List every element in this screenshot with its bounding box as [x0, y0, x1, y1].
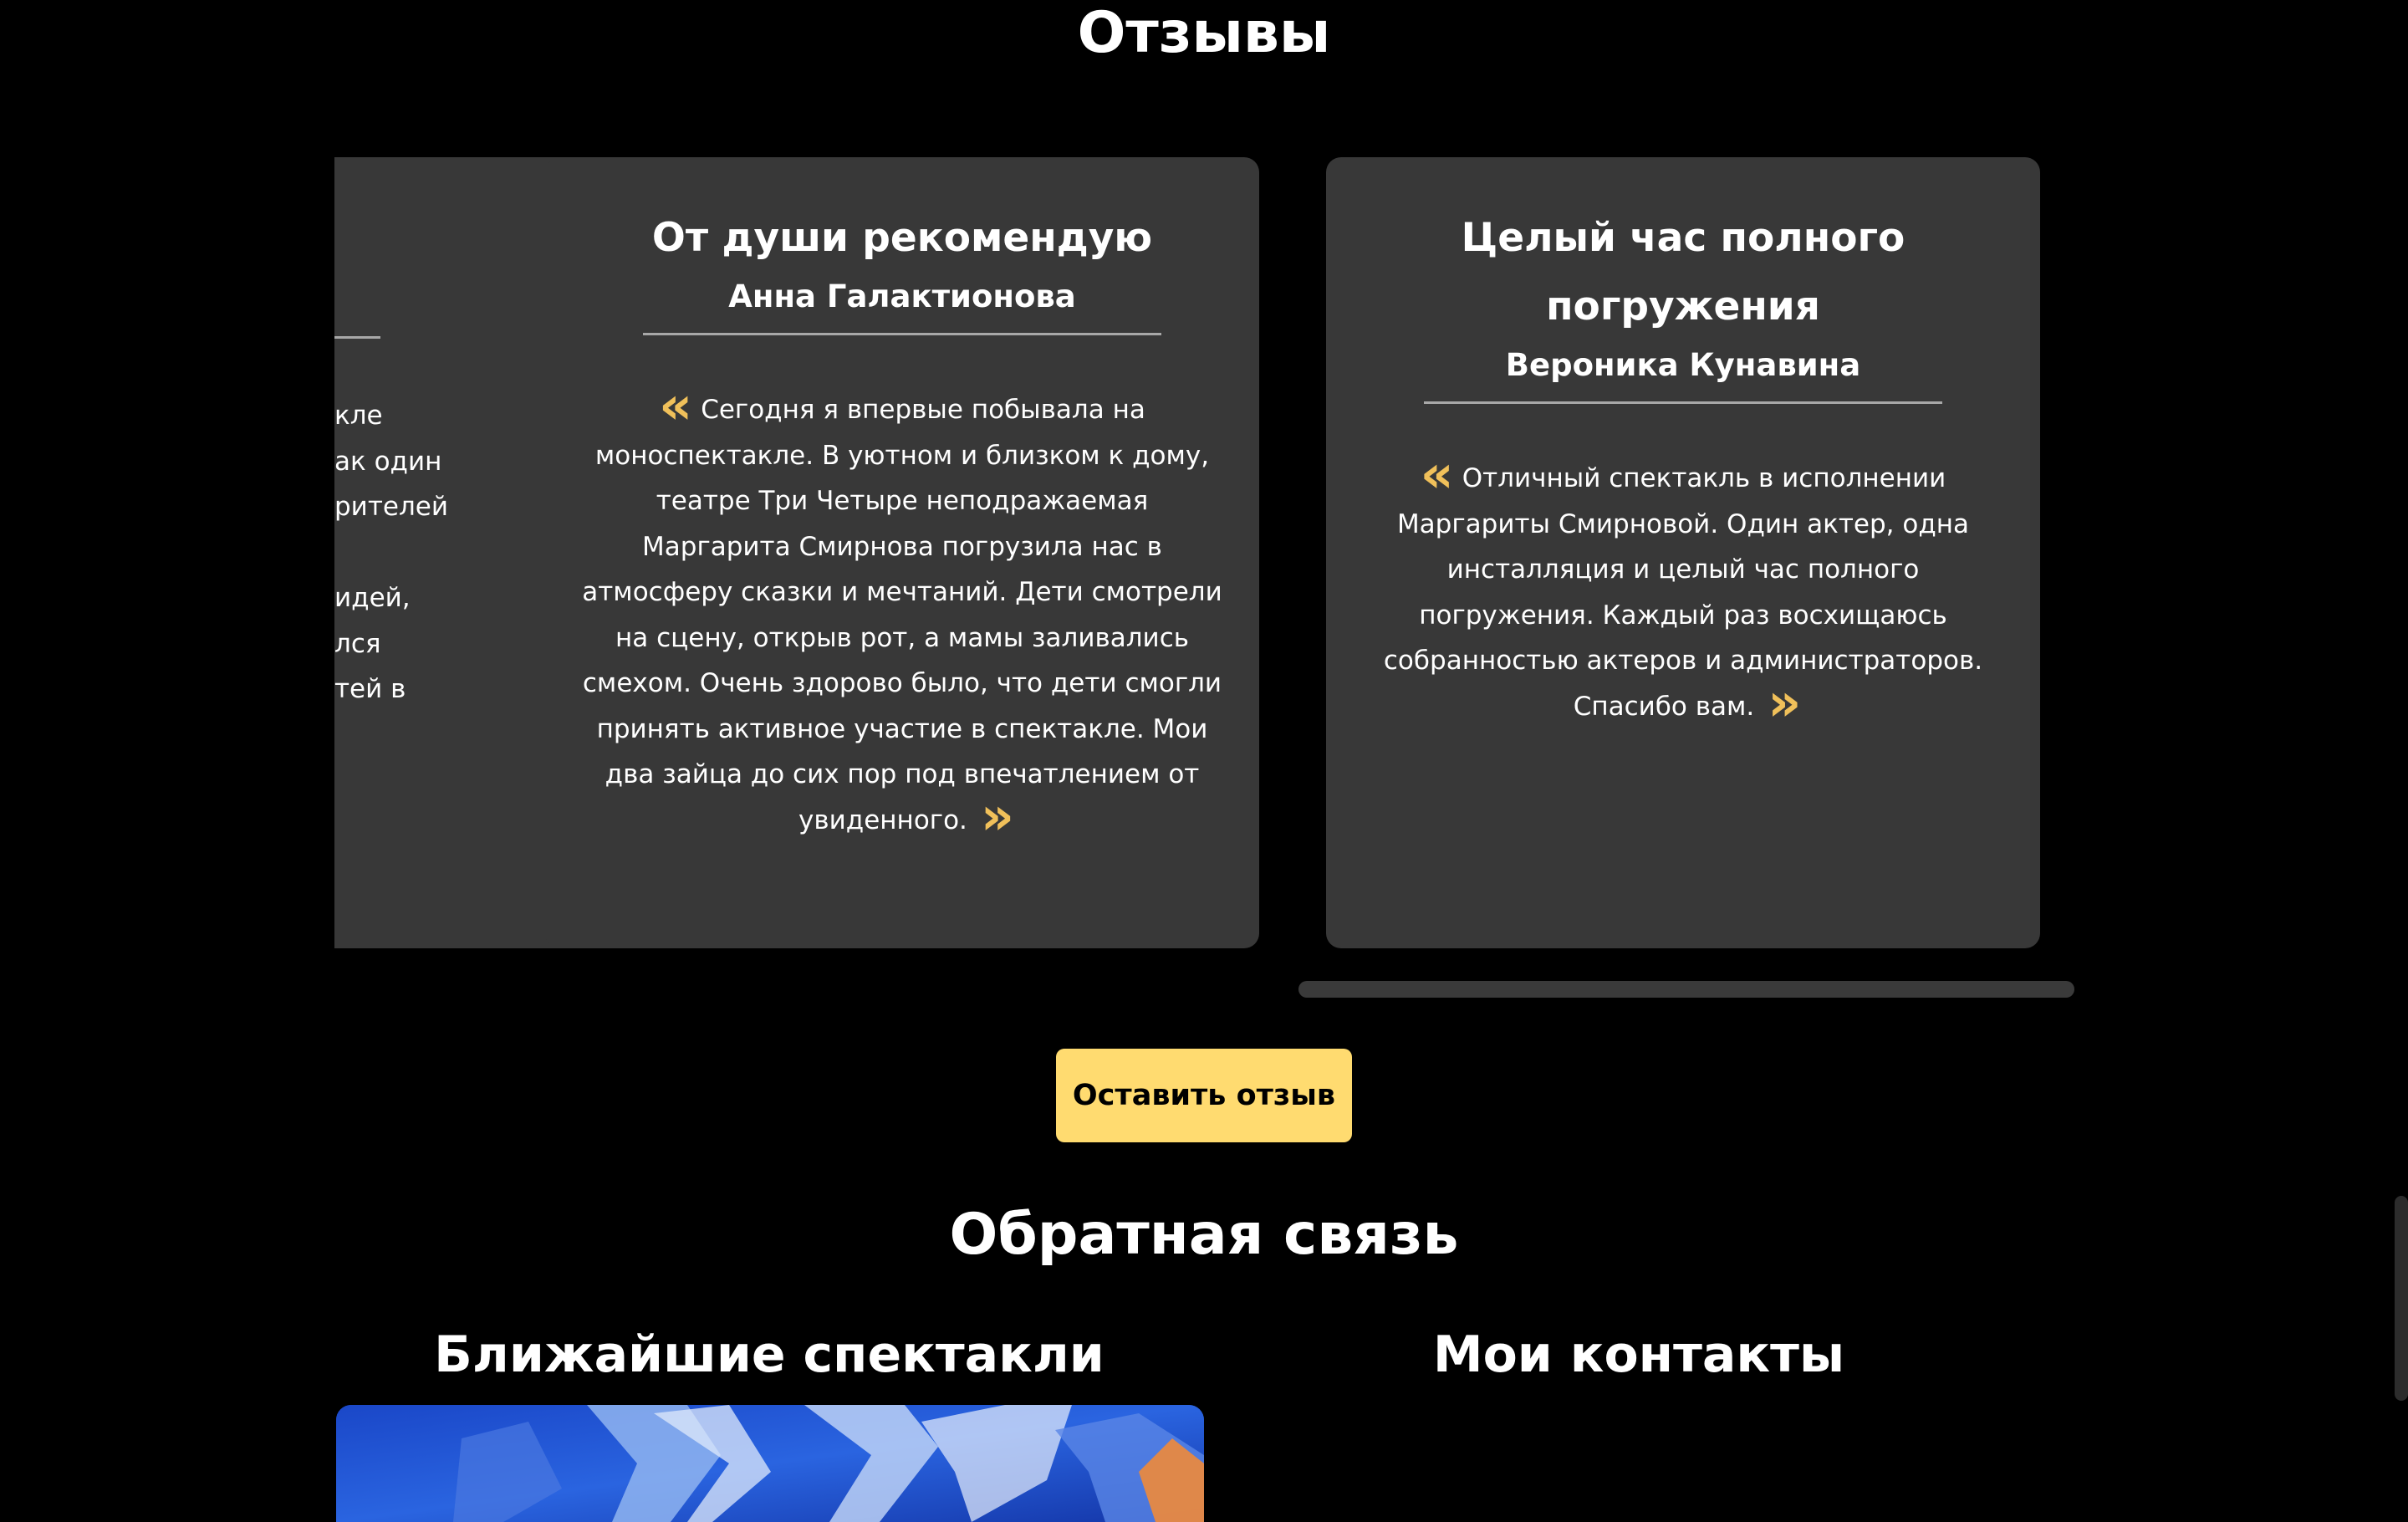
review-author: Анна Галактионова — [728, 278, 1076, 314]
feedback-section-title: Обратная связь — [949, 1202, 1459, 1268]
card-divider — [334, 336, 380, 339]
quote-open-icon: « — [659, 375, 692, 436]
page-scrollbar[interactable] — [2395, 1196, 2408, 1401]
review-title: От души рекомендую — [651, 215, 1153, 261]
review-text: «Сегодня я впервые побывала на моноспект… — [579, 375, 1226, 846]
my-contacts-title: Мои контакты — [1432, 1325, 1845, 1384]
review-title: Целый час полного погружения — [1461, 215, 1905, 329]
show-poster-image[interactable] — [336, 1405, 1204, 1522]
card-divider — [1424, 401, 1942, 404]
review-author: Вероника Кунавина — [1505, 347, 1861, 383]
review-text-body: Отличный спектакль в исполнении Маргарит… — [1383, 463, 1983, 722]
reviews-section-title: Отзывы — [1077, 0, 1331, 66]
review-text: «Отличный спектакль в исполнении Маргари… — [1360, 443, 2007, 733]
show-poster-graphic — [336, 1405, 1204, 1522]
review-text-body: Сегодня я впервые побывала на моноспекта… — [582, 395, 1222, 835]
review-card: От души рекомендую Анна Галактионова «Се… — [545, 157, 1259, 948]
carousel-scrollbar[interactable] — [1298, 981, 2074, 998]
quote-open-icon: « — [1420, 443, 1454, 504]
review-card: Целый час полного погружения Вероника Ку… — [1326, 157, 2040, 948]
card-divider — [643, 333, 1161, 335]
reviews-carousel[interactable]: кле ак один рителей идей, лся тей в От д… — [334, 157, 2074, 952]
quote-close-icon: » — [980, 784, 1014, 846]
leave-review-button[interactable]: Оставить отзыв — [1056, 1049, 1352, 1142]
quote-close-icon: » — [1768, 671, 1801, 733]
upcoming-shows-title: Ближайшие спектакли — [434, 1325, 1105, 1384]
